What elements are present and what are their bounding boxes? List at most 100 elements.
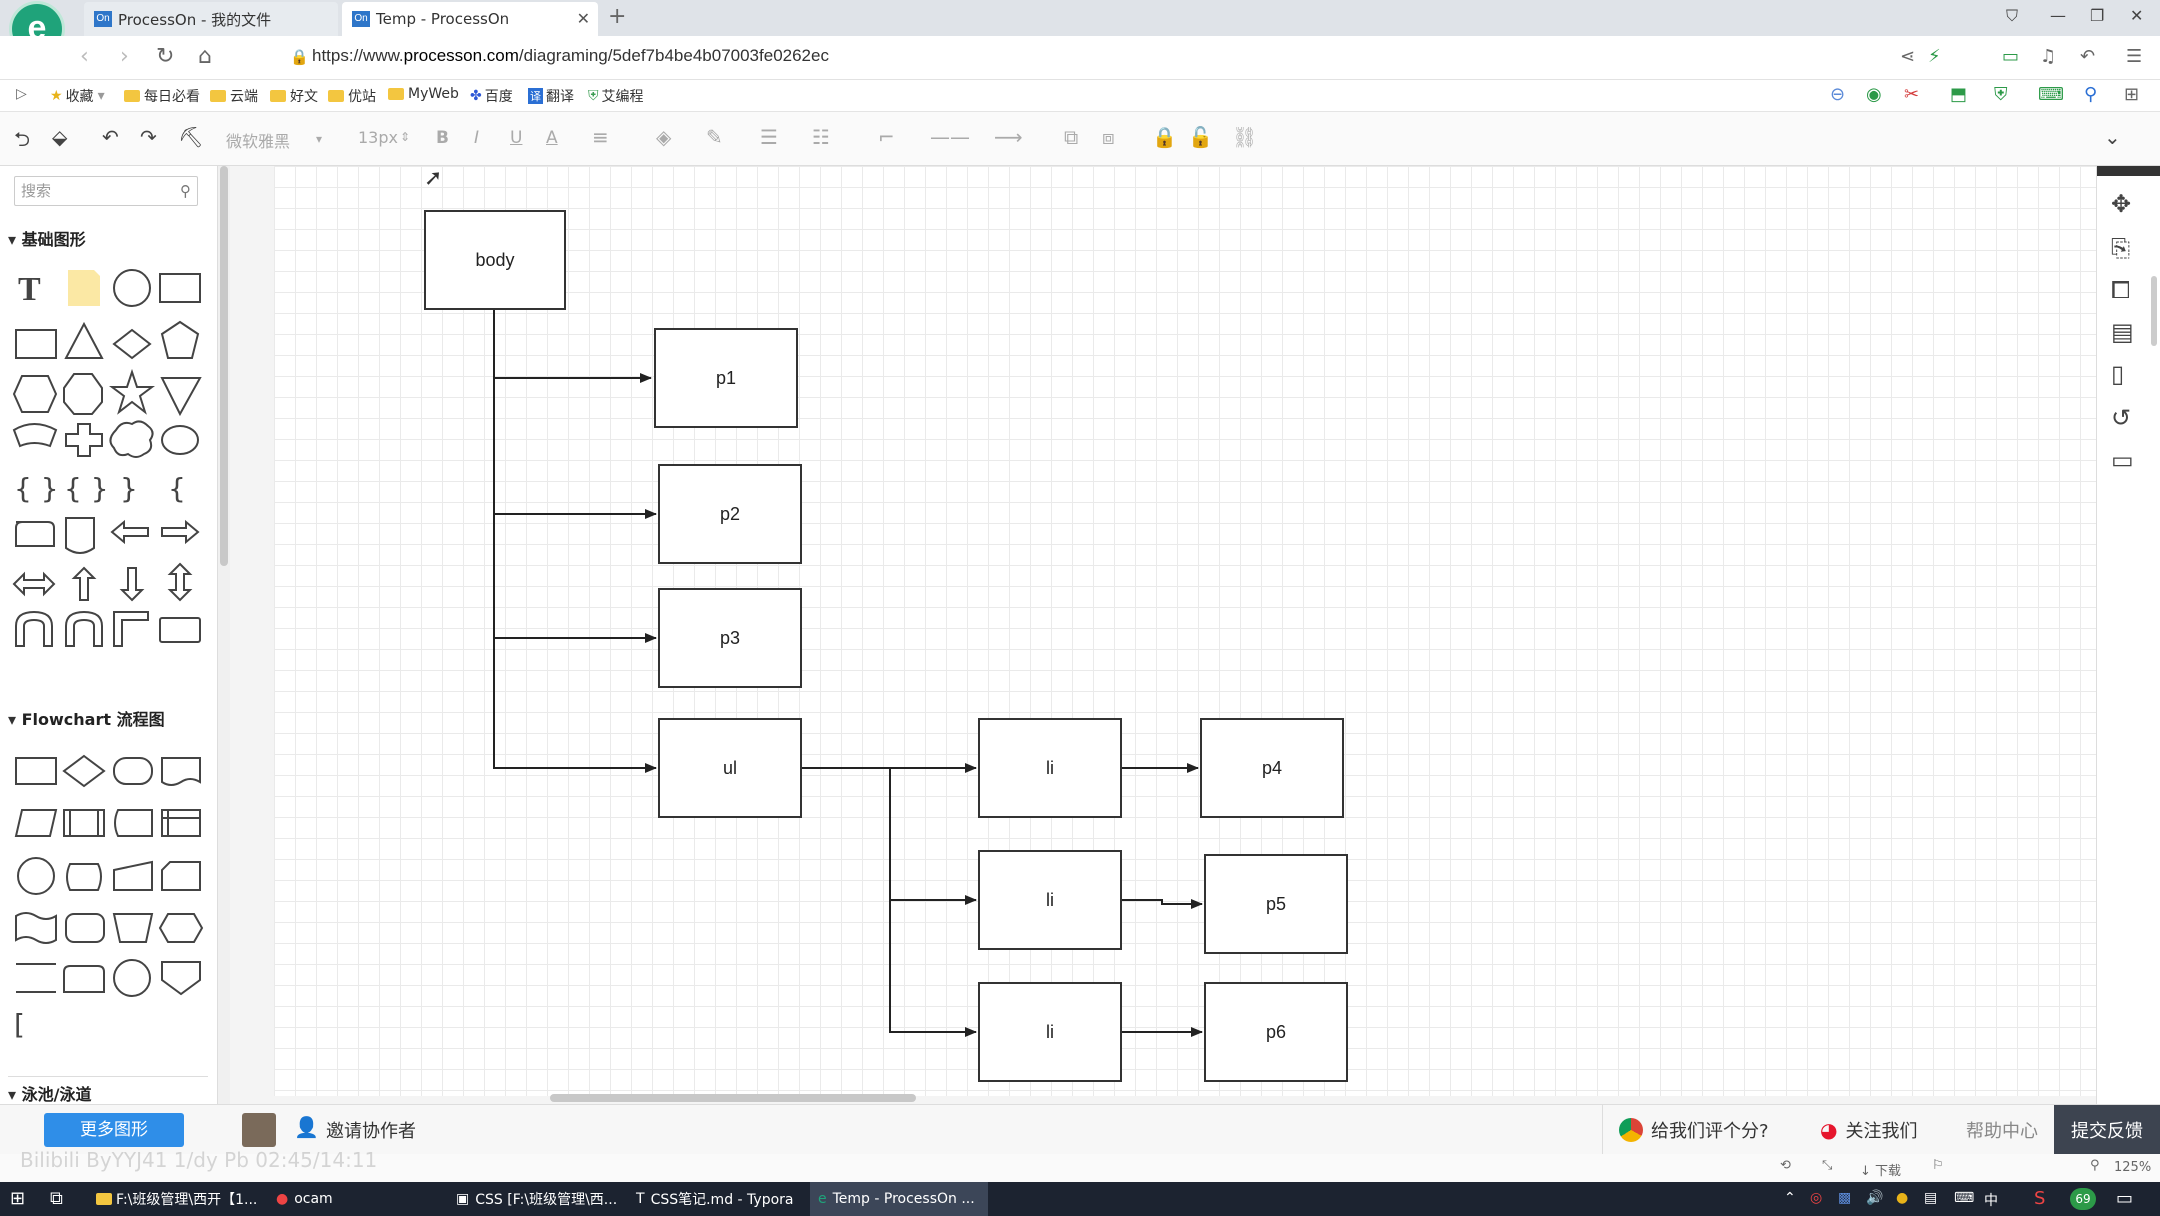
back-arrow-icon[interactable]: ⮌ [14,125,30,159]
font-color-button[interactable]: A [546,128,558,148]
close-window-icon[interactable]: ✕ [2130,6,2143,25]
node-p1[interactable]: p1 [654,328,798,428]
node-li-2[interactable]: li [978,850,1122,950]
share-icon[interactable]: ⋖ [1900,46,1915,67]
grid-icon[interactable]: ⊞ [2124,84,2139,105]
bookmark-myweb[interactable]: MyWeb [388,86,459,102]
windows-start-icon[interactable]: ⊞ [10,1188,25,1209]
bookmark-favorites[interactable]: ★ 收藏 ▾ [50,86,105,106]
help-center-link[interactable]: 帮助中心 [1966,1117,2038,1143]
taskbar-item-explorer[interactable]: F:\班级管理\西开【1... [88,1182,258,1216]
restore-icon[interactable]: ❐ [2090,6,2104,25]
bookmark-cloud[interactable]: 云端 [210,86,258,106]
sidebar-toggle-icon[interactable]: ▷ [16,86,27,102]
reload-icon[interactable]: ↻ [156,44,174,69]
undo-browser-icon[interactable]: ↶ [2080,46,2095,67]
search-icon[interactable]: ⚲ [2084,84,2097,105]
shrink-icon[interactable]: ⤡ [1822,1158,1832,1173]
line-style-icon[interactable]: ☷ [812,125,830,149]
browser-tab-temp[interactable]: On Temp - ProcessOn ✕ [342,2,598,36]
invite-collaborator-button[interactable]: 邀请协作者 [326,1117,416,1143]
taskbar-item-ocam[interactable]: ● ocam [268,1182,438,1216]
tray-chevron-icon[interactable]: ⌃ [1784,1190,1796,1206]
line-start-icon[interactable]: —— [930,125,970,149]
keyboard-icon[interactable]: ⌨ [1954,1190,1974,1206]
canvas-paper[interactable]: body p1 p2 p3 ul li li li p4 p5 p6 ➚ [274,166,2096,1096]
feedback-button[interactable]: 提交反馈 [2054,1105,2160,1155]
tray-app-icon[interactable]: ◎ [1810,1190,1822,1206]
taskbar-item-css-editor[interactable]: ▣ CSS [F:\班级管理\西... [448,1182,618,1216]
headset-icon[interactable]: ♫ [2040,46,2056,67]
zoom-level[interactable]: 125% [2114,1160,2151,1175]
lightning-icon[interactable]: ⚡ [1928,46,1941,67]
url-field[interactable]: https://www.processon.com/diagraming/5de… [312,46,829,66]
lock-icon[interactable]: 🔒 [1152,125,1177,149]
tray-badge[interactable]: 69 [2070,1188,2096,1210]
send-back-icon[interactable]: ⧈ [1102,125,1115,149]
node-p3[interactable]: p3 [658,588,802,688]
node-body[interactable]: body [424,210,566,310]
comment-icon[interactable]: ▭ [2111,446,2134,474]
more-shapes-button[interactable]: 更多图形 [44,1113,184,1147]
skin-icon[interactable]: ⛉ [2006,6,2018,26]
shape-panel-scrollbar[interactable] [218,166,230,1104]
download-link[interactable]: ↓ 下载 [1860,1160,1901,1179]
right-scrollbar[interactable] [2151,276,2157,346]
extension-icon[interactable]: ⬒ [1950,84,1967,105]
bookmark-aibiancheng[interactable]: ⛨ 艾编程 [588,86,644,106]
node-p5[interactable]: p5 [1204,854,1348,954]
minimize-icon[interactable]: — [2050,6,2066,25]
tray-app-icon[interactable]: ● [1896,1190,1908,1206]
history-icon[interactable]: ↺ [2111,404,2131,432]
fill-color-icon[interactable]: ◈ [656,125,671,149]
ime-icon[interactable]: 中 [1984,1190,1998,1210]
node-li-1[interactable]: li [978,718,1122,818]
taskbar-item-processon[interactable]: e Temp - ProcessOn ... [810,1182,988,1216]
forward-icon[interactable]: › [120,44,129,69]
node-p4[interactable]: p4 [1200,718,1344,818]
shape-search-input[interactable]: 搜索 ⚲ [14,176,198,206]
back-icon[interactable]: ‹ [80,44,89,69]
extension-icon[interactable]: ◉ [1866,84,1882,105]
network-icon[interactable]: ▤ [1924,1190,1937,1206]
extension-icon[interactable]: ⊖ [1830,84,1845,105]
underline-button[interactable]: U [510,128,522,148]
shield-icon[interactable]: ⛨ [1994,84,2008,105]
taskbar-item-typora[interactable]: T CSS笔记.md - Typora [628,1182,806,1216]
rate-us-button[interactable]: 给我们评个分? [1602,1105,1780,1155]
line-color-icon[interactable]: ✎ [706,125,723,149]
node-p6[interactable]: p6 [1204,982,1348,1082]
undo-icon[interactable]: ↶ [102,125,119,149]
flag-icon[interactable]: ⚐ [1932,1158,1944,1173]
navigation-icon[interactable]: ✥ [2111,190,2131,218]
align-icon[interactable]: ≡ [592,125,609,149]
gamepad-icon[interactable]: ⌨ [2038,84,2064,105]
tray-app-icon[interactable]: ▩ [1838,1190,1851,1206]
page-settings-icon[interactable]: ⧠ [2111,276,2130,304]
home-icon[interactable]: ⌂ [198,44,212,69]
flowchart-shapes-grid[interactable] [8,738,208,1038]
cut-icon[interactable]: ✂ [1904,84,1919,105]
browser-tab-files[interactable]: On ProcessOn - 我的文件 [84,2,338,36]
notification-icon[interactable]: ▭ [2116,1188,2133,1209]
sogou-icon[interactable]: S [2034,1188,2045,1209]
brush-icon[interactable]: ⛏ [178,125,203,149]
bookmark-daily[interactable]: 每日必看 [124,86,200,106]
data-attributes-icon[interactable]: ▤ [2111,318,2134,346]
section-basic-shapes[interactable]: 基础图形 [8,226,86,250]
redo-icon[interactable]: ↷ [140,125,157,149]
line-width-icon[interactable]: ☰ [760,125,778,149]
style-icon[interactable]: ⎘ [2111,234,2130,262]
link-icon[interactable]: ⛓ [1232,125,1257,149]
bracket-shape[interactable]: [ [14,1008,25,1041]
node-p2[interactable]: p2 [658,464,802,564]
bookmark-baidu[interactable]: ✤ 百度 [470,86,513,106]
document-icon[interactable]: ▯ [2111,360,2124,388]
zoom-icon[interactable]: ⚲ [2090,1158,2100,1173]
speed-icon[interactable]: ⟲ [1780,1158,1791,1173]
scroll-thumb[interactable] [220,166,228,566]
font-size-select[interactable]: 13px [358,128,398,147]
bookmark-sites[interactable]: 优站 [328,86,376,106]
italic-button[interactable]: I [474,128,479,148]
avatar[interactable] [242,1113,276,1147]
